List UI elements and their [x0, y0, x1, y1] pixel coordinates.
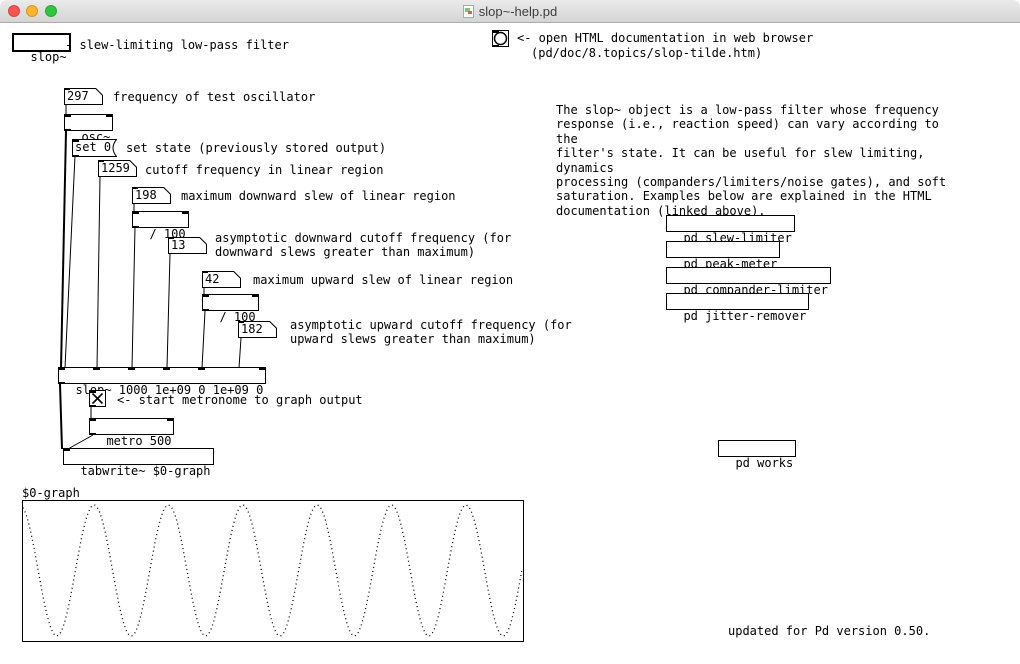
- maxdown-comment: maximum downward slew of linear region: [181, 189, 456, 203]
- object-text: tabwrite~ $0-graph: [80, 464, 210, 478]
- metro-object-box: metro 500: [89, 418, 174, 435]
- outlet-nub: [63, 104, 70, 107]
- inlet-nub: [72, 139, 79, 142]
- graph-label: $0-graph: [22, 486, 80, 500]
- tagline-comment: - slew-limiting low-pass filter: [65, 38, 289, 52]
- inlet-nub: [106, 114, 113, 117]
- number-box-value: 182: [241, 322, 263, 337]
- inlet-nub: [163, 367, 170, 370]
- freq-number-box[interactable]: 297: [64, 88, 103, 105]
- inlet-nub: [167, 418, 174, 421]
- object-text: slop~: [30, 50, 66, 64]
- asymup-comment: asymptotic upward cutoff frequency (for …: [290, 318, 572, 347]
- number-box-value: 297: [67, 89, 89, 104]
- doc-path-comment: (pd/doc/8.topics/slop-tilde.htm): [531, 46, 762, 60]
- slop-name-box: slop~: [12, 33, 71, 52]
- outlet-nub: [72, 155, 79, 158]
- graph-frame: [22, 500, 524, 642]
- asymdown-comment: asymptotic downward cutoff frequency (fo…: [215, 231, 511, 260]
- asymdown-number-box[interactable]: 13: [168, 237, 207, 254]
- set-message-box[interactable]: set 0: [72, 139, 117, 157]
- object-text: pd works: [735, 456, 793, 470]
- window-title-area: slop~-help.pd: [0, 0, 1020, 22]
- outlet-nub: [131, 203, 138, 206]
- slop-object-box: slop~ 1000 1e+09 0 1e+09 0: [58, 367, 266, 384]
- signal-cord: [61, 131, 66, 368]
- outlet-nub: [237, 337, 244, 340]
- osc-object-box: osc~: [64, 114, 113, 131]
- outlet-nub: [89, 433, 96, 436]
- inlet-nub: [201, 270, 208, 273]
- outlet-nub: [97, 176, 104, 179]
- set-comment: set state (previously stored output): [126, 141, 386, 155]
- patch-cord: [167, 254, 170, 368]
- object-text: pd jitter-remover: [683, 309, 806, 323]
- number-box-value: 198: [135, 188, 157, 203]
- inlet-nub: [131, 186, 138, 189]
- subpatch-slew-limiter[interactable]: pd slew-limiter: [666, 215, 795, 232]
- inlet-nub: [63, 87, 70, 90]
- inlet-nub: [93, 367, 100, 370]
- message-text: set 0: [75, 140, 111, 155]
- patch-cord: [97, 177, 100, 368]
- inlet-nub: [89, 418, 96, 421]
- inlet-nub: [63, 448, 70, 451]
- divide-up-object-box: / 100: [202, 294, 259, 311]
- doc-open-comment: <- open HTML documentation in web browse…: [517, 31, 813, 45]
- number-box-value: 13: [171, 238, 185, 253]
- open-docs-bang[interactable]: [492, 30, 509, 47]
- tabwrite-object-box: tabwrite~ $0-graph: [63, 448, 214, 465]
- version-note: updated for Pd version 0.50.: [728, 624, 930, 638]
- cutoff-comment: cutoff frequency in linear region: [145, 163, 383, 177]
- metro-toggle[interactable]: [89, 390, 106, 407]
- maxdown-number-box[interactable]: 198: [132, 187, 171, 204]
- inlet-nub: [89, 390, 96, 393]
- description-comment: The slop~ object is a low-pass filter wh…: [556, 103, 956, 218]
- inlet-nub: [252, 294, 259, 297]
- maxup-number-box[interactable]: 42: [202, 271, 241, 288]
- subpatch-works[interactable]: pd works: [718, 440, 796, 457]
- number-box-value: 1259: [101, 161, 130, 176]
- patch-cord: [239, 338, 241, 368]
- outlet-nub: [202, 309, 209, 312]
- object-text: metro 500: [106, 434, 171, 448]
- cutoff-number-box[interactable]: 1259: [98, 160, 137, 177]
- window-title: slop~-help.pd: [479, 4, 557, 19]
- inlet-nub: [202, 294, 209, 297]
- title-bar: slop~-help.pd: [0, 0, 1020, 23]
- inlet-nub: [128, 367, 135, 370]
- inlet-nub: [64, 114, 71, 117]
- metro-comment: <- start metronome to graph output: [117, 393, 363, 407]
- outlet-nub: [132, 226, 139, 229]
- freq-comment: frequency of test oscillator: [113, 90, 315, 104]
- outlet-nub: [89, 405, 96, 408]
- subpatch-peak-meter[interactable]: pd peak-meter: [666, 241, 780, 258]
- number-box-value: 42: [205, 272, 219, 287]
- outlet-nub: [64, 129, 71, 132]
- pd-window: { "window": { "title": "slop~-help.pd" }…: [0, 0, 1020, 664]
- inlet-nub: [492, 30, 499, 33]
- outlet-nub: [167, 253, 174, 256]
- outlet-nub: [58, 382, 65, 385]
- subpatch-jitter-remover[interactable]: pd jitter-remover: [666, 293, 809, 310]
- outlet-nub: [201, 287, 208, 290]
- document-icon: [463, 5, 474, 18]
- inlet-nub: [132, 211, 139, 214]
- maxup-comment: maximum upward slew of linear region: [253, 273, 513, 287]
- inlet-nub: [198, 367, 205, 370]
- outlet-nub: [492, 45, 499, 48]
- subpatch-compander-limiter[interactable]: pd compander-limiter: [666, 267, 831, 284]
- asymup-number-box[interactable]: 182: [238, 321, 277, 338]
- inlet-nub: [182, 211, 189, 214]
- divide-down-object-box: / 100: [132, 211, 189, 228]
- inlet-nub: [97, 159, 104, 162]
- inlet-nub: [58, 367, 65, 370]
- inlet-nub: [259, 367, 266, 370]
